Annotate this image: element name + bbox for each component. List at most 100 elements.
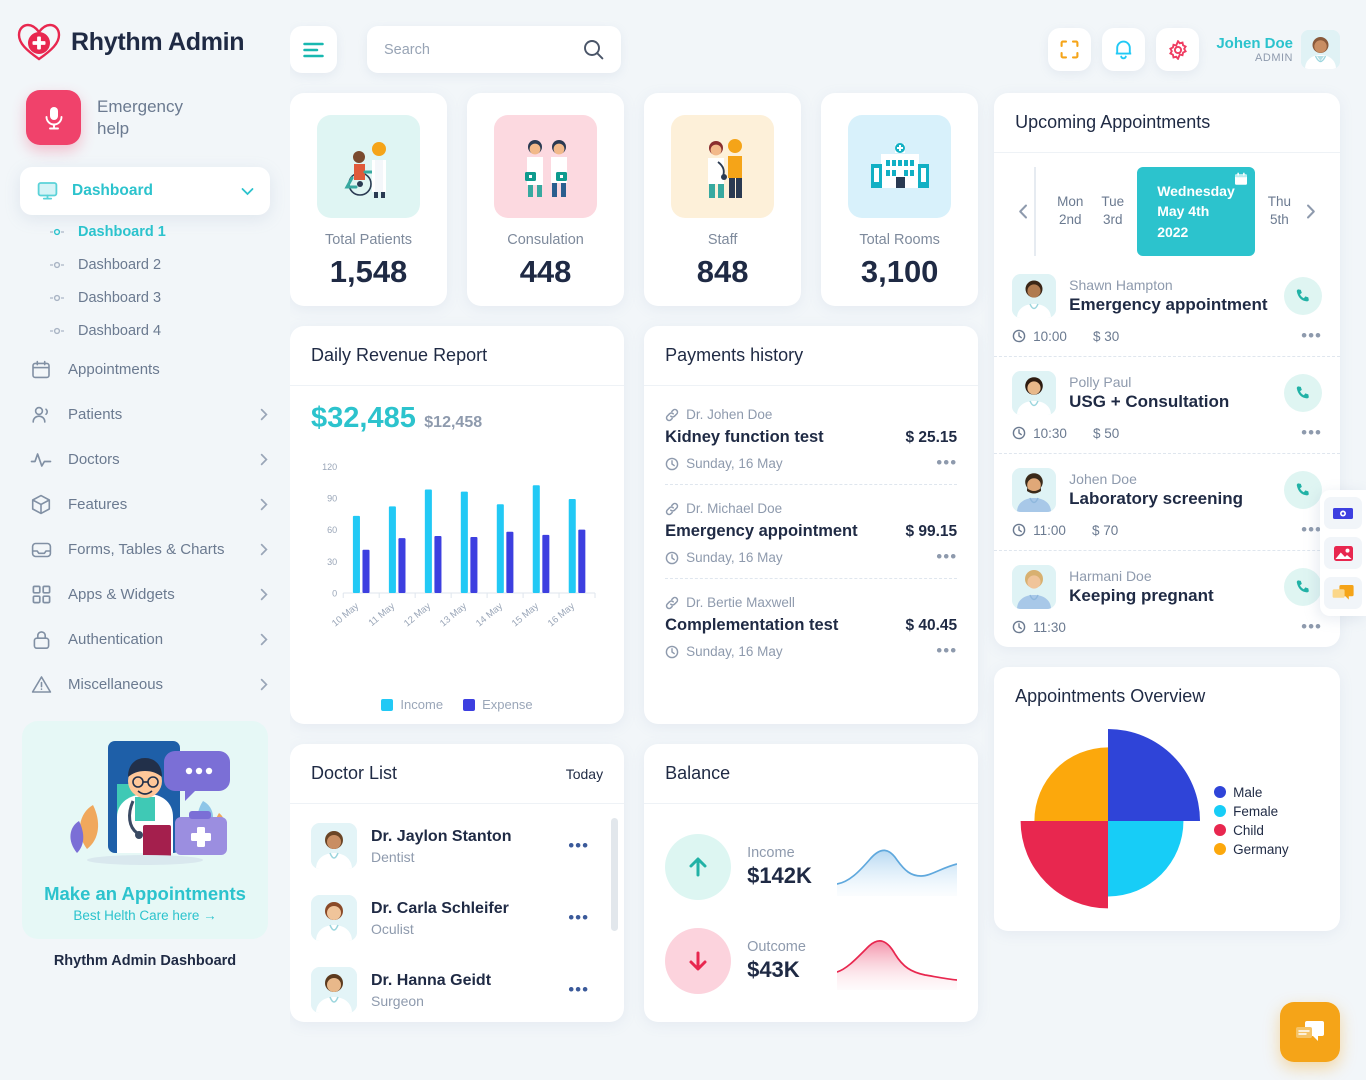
svg-text:60: 60 xyxy=(327,525,337,535)
stat-card-staff[interactable]: Staff 848 xyxy=(644,93,802,306)
image-icon[interactable] xyxy=(1324,537,1362,569)
more-options-icon[interactable]: ••• xyxy=(568,837,603,854)
appointment-row[interactable]: Harmani Doe Keeping pregnant 11:30 ••• xyxy=(994,551,1340,647)
search-box[interactable] xyxy=(367,26,621,73)
legend-swatch xyxy=(381,698,394,711)
chevron-right-icon[interactable] xyxy=(260,588,268,601)
chevron-right-icon[interactable] xyxy=(260,498,268,511)
more-options-icon[interactable]: ••• xyxy=(1301,521,1322,538)
user-menu[interactable]: Johen Doe ADMIN xyxy=(1216,30,1340,69)
doctor-row[interactable]: Dr. Hanna Geidt Surgeon ••• xyxy=(311,954,603,1019)
more-options-icon[interactable]: ••• xyxy=(936,454,957,471)
phone-icon[interactable] xyxy=(1284,276,1322,315)
more-options-icon[interactable]: ••• xyxy=(936,642,957,659)
pie-legend: Male Female Child Germany xyxy=(1214,785,1289,857)
day-selected[interactable]: Wednesday May 4th 2022 xyxy=(1137,167,1255,256)
chevron-right-icon[interactable] xyxy=(260,408,268,421)
sidebar-subitem-dashboard-2[interactable]: Dashboard 2 xyxy=(0,248,290,281)
phone-icon[interactable] xyxy=(1284,567,1322,606)
sidebar-subitem-dashboard-3[interactable]: Dashboard 3 xyxy=(0,281,290,314)
legend-item-female[interactable]: Female xyxy=(1214,804,1289,819)
gear-icon[interactable] xyxy=(1156,28,1200,71)
chevron-right-icon[interactable] xyxy=(260,633,268,646)
payments-list: Dr. Johen Doe Kidney function test $ 25.… xyxy=(644,386,978,686)
phone-icon[interactable] xyxy=(1284,470,1322,509)
stat-card-total-patients[interactable]: Total Patients 1,548 xyxy=(290,93,448,306)
more-options-icon[interactable]: ••• xyxy=(568,909,603,926)
stat-card-total-rooms[interactable]: Total Rooms 3,100 xyxy=(821,93,979,306)
chevron-right-icon[interactable] xyxy=(260,678,268,691)
scrollbar[interactable] xyxy=(611,818,619,931)
doctor-filter[interactable]: Today xyxy=(566,766,603,782)
balance-row-income[interactable]: Income $142K xyxy=(665,824,958,918)
sidebar-item-dashboard[interactable]: Dashboard xyxy=(20,167,270,215)
legend-item-child[interactable]: Child xyxy=(1214,823,1289,838)
more-options-icon[interactable]: ••• xyxy=(568,981,603,998)
sidebar-subitem-dashboard-4[interactable]: Dashboard 4 xyxy=(0,314,290,347)
doctor-avatar xyxy=(311,967,357,1013)
legend-item-germany[interactable]: Germany xyxy=(1214,842,1289,857)
balance-row-outcome[interactable]: Outcome $43K xyxy=(665,918,958,1012)
appointment-footer: 10:30 $ 50 ••• xyxy=(1012,424,1322,441)
doctor-info: Dr. Carla Schleifer Oculist xyxy=(371,900,509,937)
day-num: 5th xyxy=(1269,212,1289,228)
chat-icon[interactable] xyxy=(1324,577,1362,609)
chevron-down-icon[interactable] xyxy=(241,187,254,196)
sidebar-item-features[interactable]: Features xyxy=(0,482,290,527)
doctor-row[interactable]: Dr. Jaylon Stanton Dentist ••• xyxy=(311,810,603,882)
appointment-info: Harmani Doe Keeping pregnant xyxy=(1069,568,1214,606)
bullet-icon xyxy=(50,327,64,335)
doctor-info: Dr. Hanna Geidt Surgeon xyxy=(371,972,491,1009)
sidebar-item-apps-widgets[interactable]: Apps & Widgets xyxy=(0,572,290,617)
day-tue[interactable]: Tue 3rd xyxy=(1092,193,1133,229)
sidebar-subitem-dashboard-1[interactable]: Dashboard 1 xyxy=(0,215,290,248)
clock-icon xyxy=(1012,620,1026,634)
legend-item-income[interactable]: Income xyxy=(381,697,443,712)
promo-card[interactable]: Make an Appointments Best Helth Care her… xyxy=(22,721,268,939)
promo-subtitle[interactable]: Best Helth Care here → xyxy=(32,908,258,923)
legend-item-expense[interactable]: Expense xyxy=(463,697,533,712)
search-icon[interactable] xyxy=(583,39,604,60)
legend-item-male[interactable]: Male xyxy=(1214,785,1289,800)
appointment-row[interactable]: Shawn Hampton Emergency appointment 10:0… xyxy=(994,260,1340,357)
more-options-icon[interactable]: ••• xyxy=(1301,327,1322,344)
microphone-icon[interactable] xyxy=(26,90,81,145)
appointment-row[interactable]: Polly Paul USG + Consultation 10:30 $ 50… xyxy=(994,357,1340,454)
more-options-icon[interactable]: ••• xyxy=(936,548,957,565)
sidebar-item-doctors[interactable]: Doctors xyxy=(0,437,290,482)
more-options-icon[interactable]: ••• xyxy=(1301,424,1322,441)
phone-icon[interactable] xyxy=(1284,373,1322,412)
sidebar-item-appointments[interactable]: Appointments xyxy=(0,347,290,392)
payment-row[interactable]: Dr. Bertie Maxwell Complementation test … xyxy=(665,579,957,672)
appointment-row[interactable]: Johen Doe Laboratory screening 11:00 $ 7… xyxy=(994,454,1340,551)
day-thu[interactable]: Thu 5th xyxy=(1259,193,1300,229)
cash-icon[interactable] xyxy=(1324,497,1362,529)
chevron-right-icon[interactable] xyxy=(260,453,268,466)
chevron-left-icon[interactable] xyxy=(1012,204,1034,219)
chevron-right-icon[interactable] xyxy=(260,543,268,556)
bell-icon[interactable] xyxy=(1102,28,1146,71)
appointments-pie-chart[interactable] xyxy=(1008,721,1208,921)
doctor-patient-illustration xyxy=(671,115,775,218)
chevron-right-icon[interactable] xyxy=(1300,204,1322,219)
day-mon[interactable]: Mon 2nd xyxy=(1048,193,1092,229)
chat-fab-button[interactable] xyxy=(1280,1002,1340,1062)
fullscreen-icon[interactable] xyxy=(1048,28,1092,71)
sidebar-item-patients[interactable]: Patients xyxy=(0,392,290,437)
payment-row[interactable]: Dr. Johen Doe Kidney function test $ 25.… xyxy=(665,391,958,485)
payment-row[interactable]: Dr. Michael Doe Emergency appointment $ … xyxy=(665,485,958,579)
sidebar-subitem-label: Dashboard 3 xyxy=(78,289,162,306)
emergency-help[interactable]: Emergency help xyxy=(0,62,290,145)
stat-card-consulation[interactable]: Consulation 448 xyxy=(467,93,625,306)
sidebar-item-authentication[interactable]: Authentication xyxy=(0,617,290,662)
search-input[interactable] xyxy=(384,41,583,58)
sidebar-item-forms-tables-charts[interactable]: Forms, Tables & Charts xyxy=(0,527,290,572)
brand[interactable]: Rhythm Admin xyxy=(0,0,290,62)
avatar[interactable] xyxy=(1301,30,1340,69)
revenue-bar-chart[interactable]: 0 30 60 90 120 10 May 11 May 12 May 13 May 14 May… xyxy=(311,453,603,653)
clock-icon xyxy=(665,645,679,659)
sidebar-item-miscellaneous[interactable]: Miscellaneous xyxy=(0,662,290,707)
hamburger-icon[interactable] xyxy=(290,26,337,73)
more-options-icon[interactable]: ••• xyxy=(1301,618,1322,635)
doctor-row[interactable]: Dr. Carla Schleifer Oculist ••• xyxy=(311,882,603,954)
